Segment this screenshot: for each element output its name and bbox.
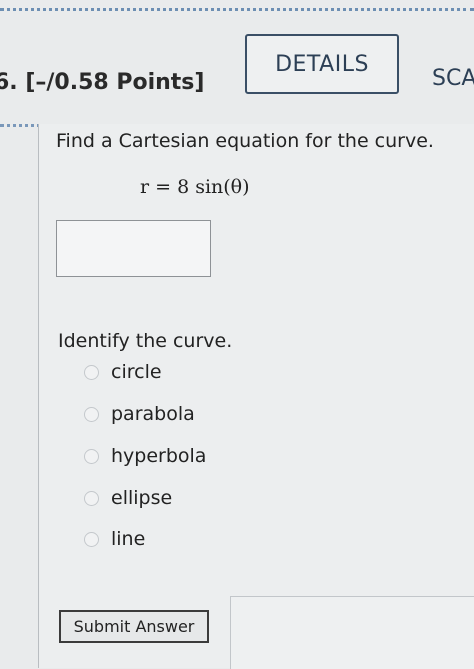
option-circle[interactable]: circle [84, 359, 162, 385]
cartesian-equation-input[interactable] [56, 220, 211, 277]
option-label: circle [111, 361, 162, 383]
option-label: ellipse [111, 487, 173, 509]
option-ellipse[interactable]: ellipse [84, 485, 172, 511]
radio-button[interactable] [84, 490, 99, 506]
option-label: hyperbola [111, 445, 207, 467]
details-button[interactable]: DETAILS [245, 34, 399, 94]
question-header: 6. [–/0.58 Points] DETAILS SCA [0, 20, 474, 115]
option-line[interactable]: line [84, 526, 145, 552]
question-panel [38, 124, 474, 668]
option-label: line [111, 528, 146, 550]
option-hyperbola[interactable]: hyperbola [84, 443, 206, 469]
next-header-button[interactable]: SCA [432, 66, 474, 91]
top-divider [0, 8, 474, 11]
points-label: 6. [–/0.58 Points] [0, 70, 205, 95]
option-parabola[interactable]: parabola [84, 401, 195, 427]
polar-equation: r = 8 sin(θ) [140, 176, 250, 198]
option-label: parabola [111, 403, 195, 425]
submit-answer-button[interactable]: Submit Answer [59, 610, 209, 643]
adjacent-panel [230, 596, 474, 669]
radio-button[interactable] [84, 448, 99, 464]
radio-button[interactable] [84, 406, 99, 422]
question-prompt: Find a Cartesian equation for the curve. [56, 130, 434, 152]
identify-prompt: Identify the curve. [58, 330, 233, 352]
radio-button[interactable] [84, 531, 99, 547]
radio-button[interactable] [84, 364, 99, 380]
